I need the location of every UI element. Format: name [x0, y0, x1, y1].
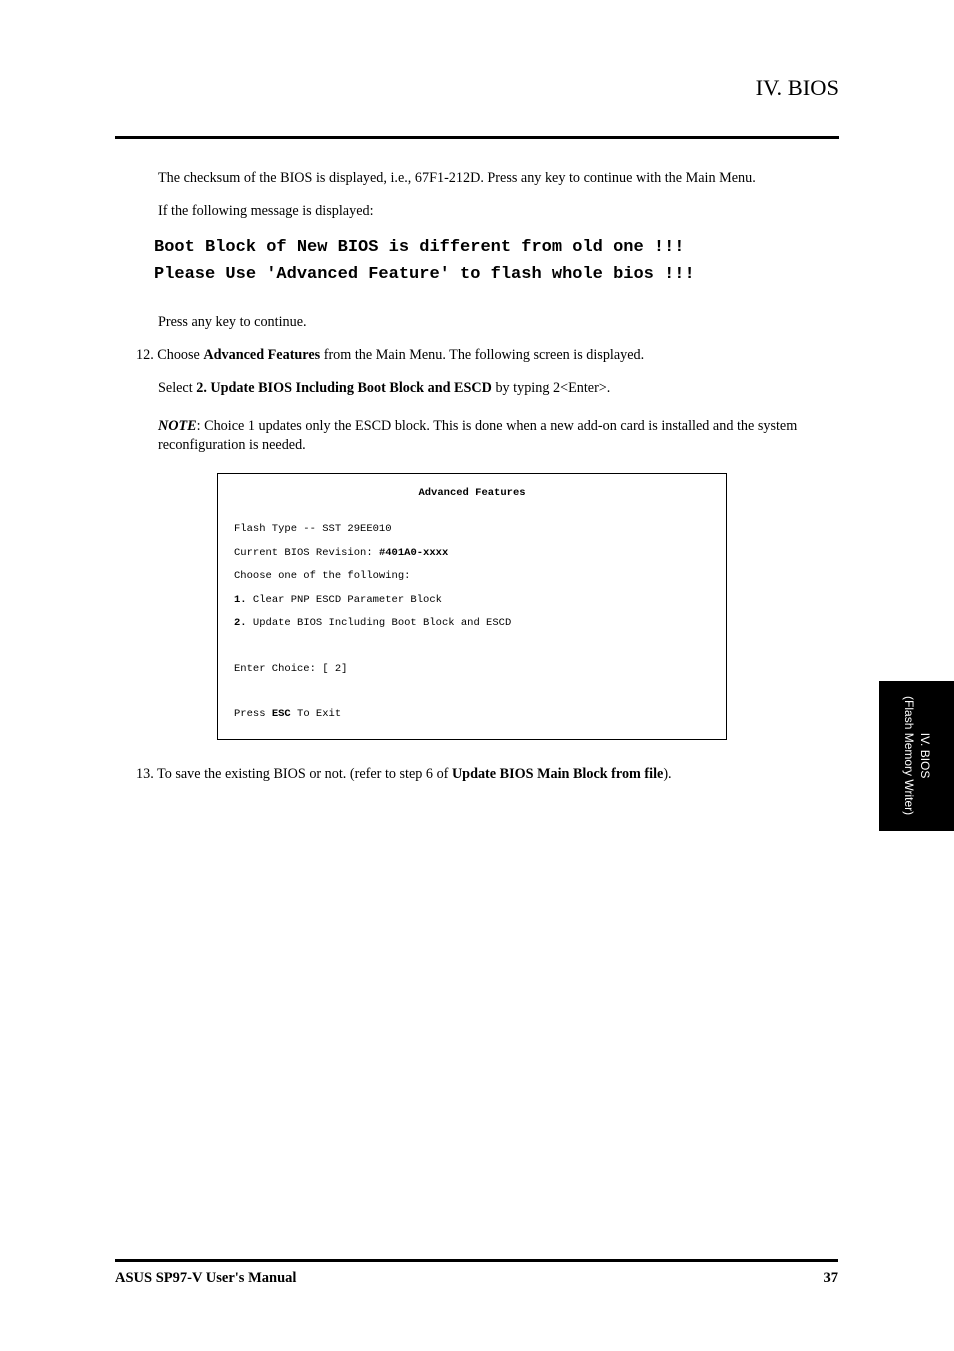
advanced-features-label: Advanced Features	[203, 347, 320, 363]
adv-press-esc: Press ESC To Exit	[234, 709, 710, 720]
paragraph-checksum: The checksum of the BIOS is displayed, i…	[115, 169, 839, 188]
side-tab-line-1: IV. BIOS	[917, 696, 933, 815]
footer-rule	[115, 1259, 838, 1262]
adv-enter-choice: Enter Choice: [ 2]	[234, 664, 710, 675]
side-tab-line-2: (Flash Memory Writer)	[901, 696, 917, 815]
adv-choose: Choose one of the following:	[234, 571, 710, 582]
adv-option-1: 1. Clear PNP ESCD Parameter Block	[234, 595, 710, 606]
paragraph-select-2: Select 2. Update BIOS Including Boot Blo…	[115, 379, 839, 398]
footer-manual-title: ASUS SP97-V User's Manual	[115, 1270, 296, 1287]
paragraph-press-any-key: Press any key to continue.	[115, 313, 839, 332]
note-paragraph: NOTE: Choice 1 updates only the ESCD blo…	[115, 417, 839, 455]
advanced-features-box: Advanced Features Flash Type -- SST 29EE…	[217, 473, 727, 740]
paragraph-step-12: 12. Choose Advanced Features from the Ma…	[115, 346, 839, 365]
paragraph-if-msg: If the following message is displayed:	[115, 202, 839, 221]
side-tab: IV. BIOS (Flash Memory Writer)	[879, 681, 954, 831]
adv-box-title: Advanced Features	[234, 488, 710, 499]
adv-revision: Current BIOS Revision: #401A0-xxxx	[234, 548, 710, 559]
terminal-warning: Boot Block of New BIOS is different from…	[154, 235, 839, 288]
adv-option-2: 2. Update BIOS Including Boot Block and …	[234, 618, 710, 629]
update-bios-ref: Update BIOS Main Block from file	[452, 766, 663, 782]
section-header: IV. BIOS	[115, 75, 839, 101]
page-footer: ASUS SP97-V User's Manual 37	[115, 1259, 838, 1287]
option-2-label: 2. Update BIOS Including Boot Block and …	[196, 380, 492, 396]
note-label: NOTE	[158, 418, 197, 434]
paragraph-step-13: 13. To save the existing BIOS or not. (r…	[115, 765, 839, 784]
header-rule	[115, 136, 839, 139]
adv-flash-type: Flash Type -- SST 29EE010	[234, 524, 710, 535]
page-number: 37	[824, 1270, 839, 1287]
